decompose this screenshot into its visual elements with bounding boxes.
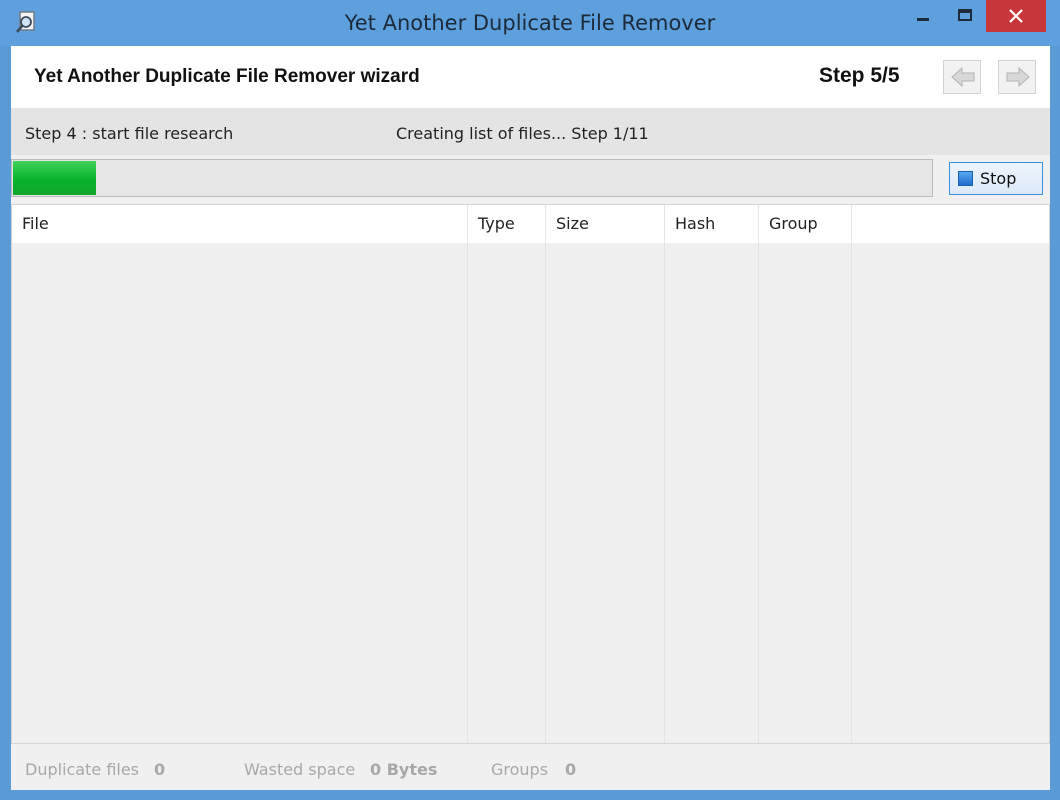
column-divider xyxy=(851,243,852,743)
close-button[interactable] xyxy=(986,0,1046,32)
column-header-file[interactable]: File xyxy=(12,205,468,243)
wasted-space-value: 0 Bytes xyxy=(370,760,438,779)
arrow-left-icon xyxy=(951,66,975,88)
close-icon xyxy=(1009,9,1023,23)
groups-label: Groups xyxy=(491,760,549,779)
wizard-title: Yet Another Duplicate File Remover wizar… xyxy=(34,66,420,87)
column-divider xyxy=(467,243,468,743)
duplicate-files-label: Duplicate files xyxy=(25,760,140,779)
groups-value: 0 xyxy=(565,760,577,779)
column-header-size[interactable]: Size xyxy=(546,205,665,243)
file-list-header: File Type Size Hash Group xyxy=(12,205,1049,243)
column-divider xyxy=(664,243,665,743)
current-step-text: Step 4 : start file research xyxy=(25,124,234,143)
step-indicator: Step 5/5 xyxy=(819,64,900,87)
progress-bar-fill xyxy=(13,161,96,195)
forward-button[interactable] xyxy=(998,60,1036,94)
status-bar: Duplicate files 0 Wasted space 0 Bytes G… xyxy=(11,746,1050,790)
maximize-icon xyxy=(958,9,972,21)
wizard-header: Yet Another Duplicate File Remover wizar… xyxy=(11,46,1050,108)
column-header-hash[interactable]: Hash xyxy=(665,205,759,243)
stop-square-icon xyxy=(958,171,973,186)
title-bar[interactable]: Yet Another Duplicate File Remover xyxy=(0,0,1060,46)
arrow-right-icon xyxy=(1006,66,1030,88)
back-button[interactable] xyxy=(943,60,981,94)
minimize-button[interactable] xyxy=(903,0,943,32)
info-bar: Step 4 : start file research Creating li… xyxy=(11,108,1050,155)
minimize-icon xyxy=(917,18,929,21)
window-title: Yet Another Duplicate File Remover xyxy=(344,11,716,35)
progress-bar xyxy=(11,159,933,197)
wizard-client-area: Yet Another Duplicate File Remover wizar… xyxy=(11,46,1050,790)
column-divider xyxy=(758,243,759,743)
progress-status-text: Creating list of files... Step 1/11 xyxy=(396,124,649,143)
wasted-space-label: Wasted space xyxy=(244,760,356,779)
column-header-group[interactable]: Group xyxy=(759,205,852,243)
file-list[interactable]: File Type Size Hash Group xyxy=(11,204,1050,744)
column-header-type[interactable]: Type xyxy=(468,205,546,243)
maximize-button[interactable] xyxy=(945,0,985,32)
column-divider xyxy=(545,243,546,743)
stop-button[interactable]: Stop xyxy=(949,162,1043,195)
stop-button-label: Stop xyxy=(980,169,1017,188)
duplicate-files-value: 0 xyxy=(154,760,166,779)
